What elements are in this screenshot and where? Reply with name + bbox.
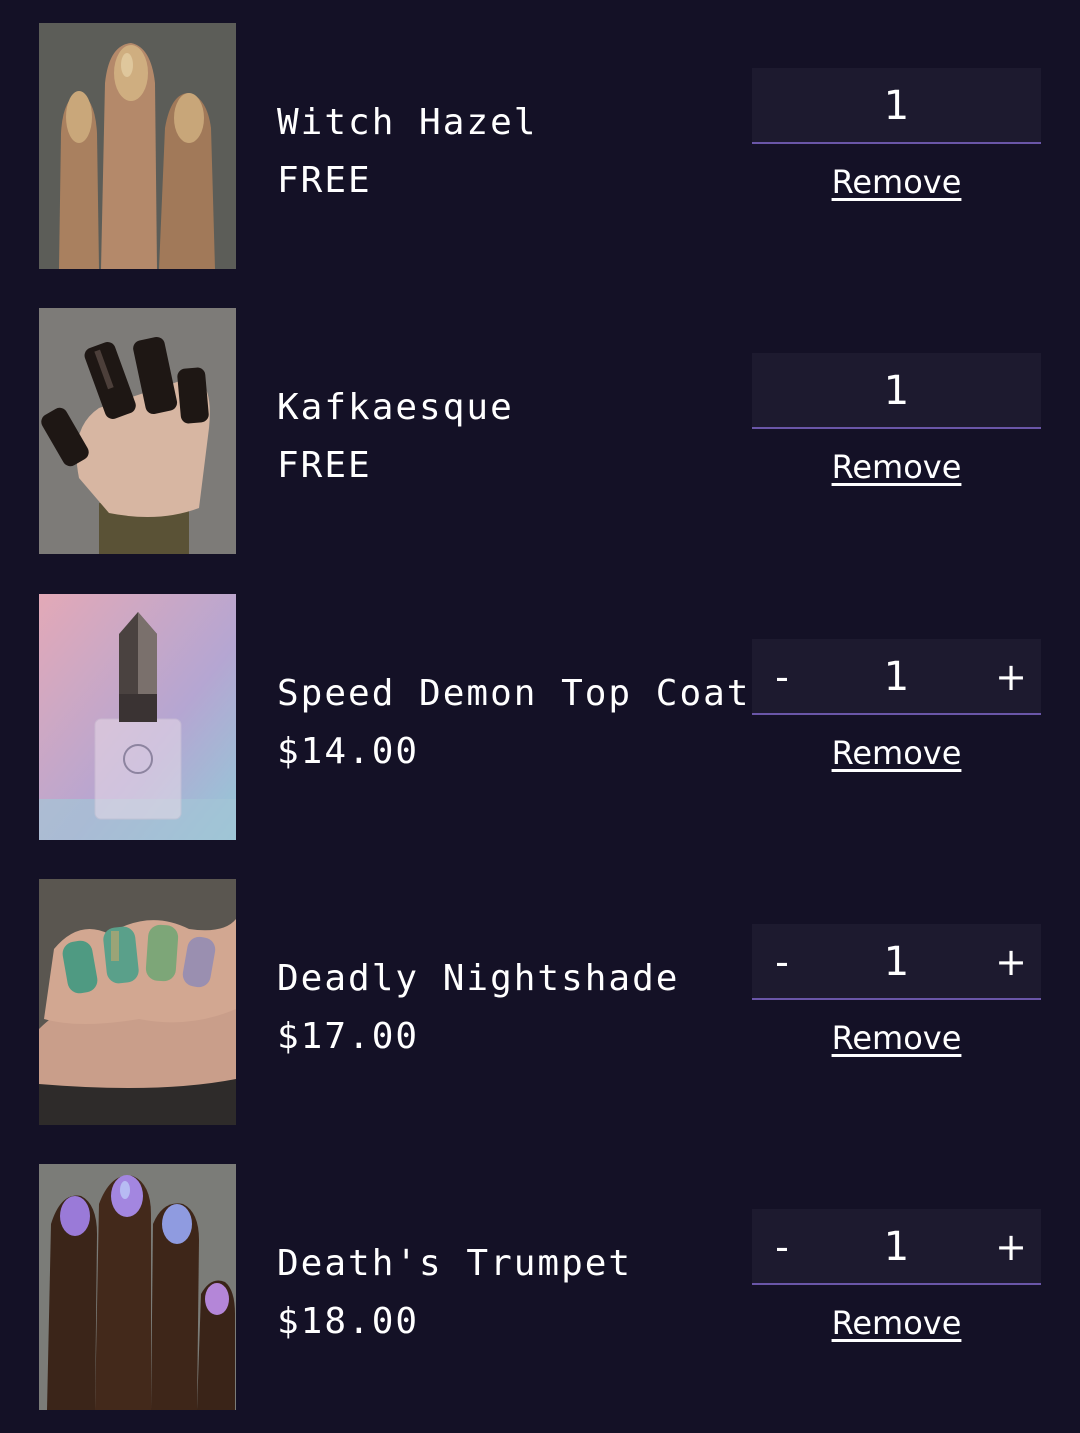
cart-item: Deadly Nightshade $17.00 - 1 + Remove	[0, 879, 1080, 1125]
quantity-stepper[interactable]: - 1 +	[752, 1209, 1041, 1285]
product-name[interactable]: Speed Demon Top Coat	[277, 672, 750, 716]
product-price: $18.00	[277, 1301, 420, 1342]
increase-quantity-button[interactable]: +	[981, 1209, 1041, 1285]
cart-item: Kafkaesque FREE 1 Remove	[0, 308, 1080, 554]
product-image[interactable]	[39, 1164, 236, 1410]
deadly-nightshade-hand-image	[39, 879, 236, 1125]
deaths-trumpet-hand-image	[39, 1164, 236, 1410]
remove-button[interactable]: Remove	[752, 163, 1041, 201]
quantity-stepper[interactable]: - 1 +	[752, 924, 1041, 1000]
product-image[interactable]	[39, 879, 236, 1125]
product-price: FREE	[277, 445, 372, 486]
increase-quantity-button[interactable]: +	[981, 639, 1041, 715]
cart-item-list: Witch Hazel FREE 1 Remove Kafkaesque FRE…	[0, 0, 1080, 1433]
quantity-value[interactable]: 1	[752, 68, 1041, 144]
product-name[interactable]: Witch Hazel	[277, 101, 537, 145]
witch-hazel-hand-image	[39, 23, 236, 269]
increase-quantity-button[interactable]: +	[981, 924, 1041, 1000]
cart-item: Witch Hazel FREE 1 Remove	[0, 23, 1080, 269]
quantity-stepper[interactable]: - 1 +	[752, 639, 1041, 715]
product-price: FREE	[277, 160, 372, 201]
quantity-stepper[interactable]: 1	[752, 68, 1041, 144]
product-price: $14.00	[277, 731, 420, 772]
remove-button[interactable]: Remove	[752, 1019, 1041, 1057]
product-image[interactable]	[39, 23, 236, 269]
remove-button[interactable]: Remove	[752, 734, 1041, 772]
kafkaesque-hand-image	[39, 308, 236, 554]
product-price: $17.00	[277, 1016, 420, 1057]
product-image[interactable]	[39, 594, 236, 840]
quantity-stepper[interactable]: 1	[752, 353, 1041, 429]
product-name[interactable]: Death's Trumpet	[277, 1242, 632, 1286]
product-name[interactable]: Kafkaesque	[277, 386, 514, 430]
remove-button[interactable]: Remove	[752, 448, 1041, 486]
quantity-value[interactable]: 1	[752, 353, 1041, 429]
remove-button[interactable]: Remove	[752, 1304, 1041, 1342]
cart-item: Speed Demon Top Coat $14.00 - 1 + Remove	[0, 594, 1080, 840]
product-name[interactable]: Deadly Nightshade	[277, 957, 679, 1001]
top-coat-bottle-image	[39, 594, 236, 840]
product-image[interactable]	[39, 308, 236, 554]
cart-item: Death's Trumpet $18.00 - 1 + Remove	[0, 1164, 1080, 1410]
